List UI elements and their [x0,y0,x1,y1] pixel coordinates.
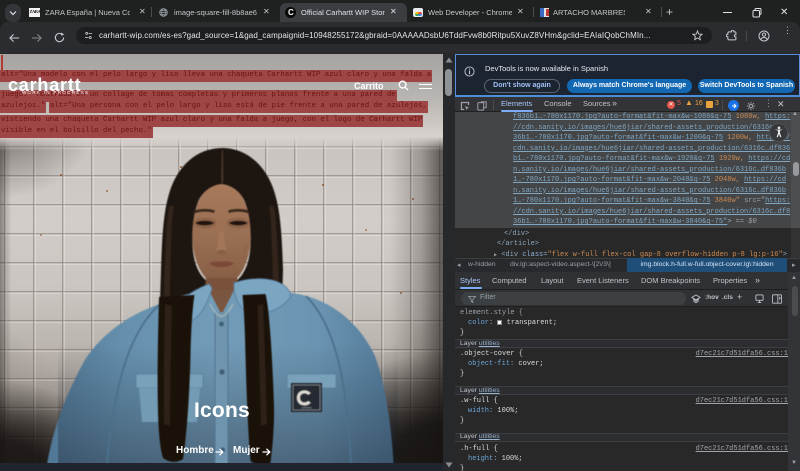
svg-text:carhartt: carhartt [301,406,311,410]
